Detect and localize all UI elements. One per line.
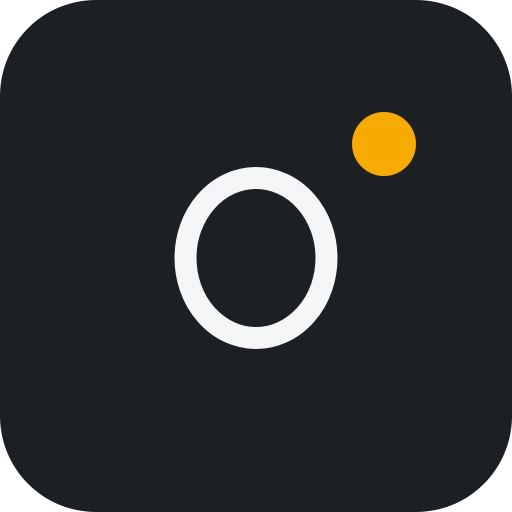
notification-dot-icon [352,112,416,176]
app-icon [0,0,512,512]
letter-o-logo-mark [174,167,338,349]
letter-o-glyph [174,167,338,349]
